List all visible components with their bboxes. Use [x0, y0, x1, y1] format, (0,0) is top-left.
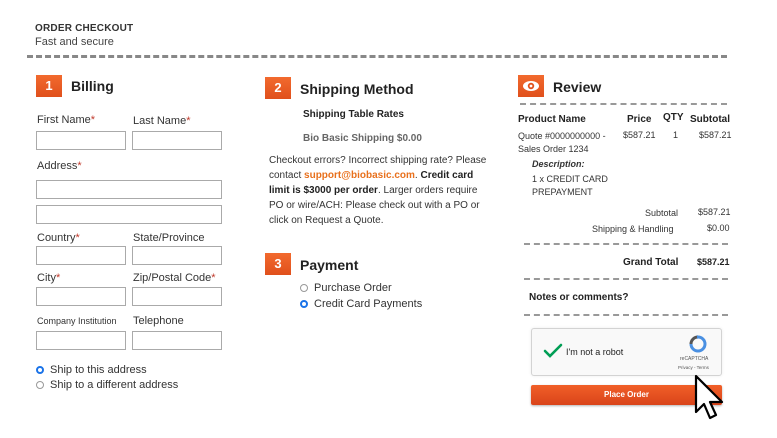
phone-field[interactable] [132, 331, 222, 350]
ship-to-different-address-option[interactable]: Ship to a different address [36, 379, 178, 391]
city-label: City* [37, 272, 61, 284]
radio-selected-icon [300, 300, 308, 308]
recaptcha-widget[interactable]: I'm not a robot reCAPTCHA Privacy - Term… [531, 328, 722, 376]
support-email-link[interactable]: support@biobasic.com [304, 170, 415, 181]
item-name: Quote #0000000000 - Sales Order 1234 [518, 131, 606, 154]
description-label: Description: [532, 159, 585, 169]
header-divider [27, 55, 727, 58]
city-field[interactable] [36, 287, 126, 306]
address-label: Address* [37, 160, 82, 172]
item-price: $587.21 [623, 130, 656, 140]
billing-title: Billing [71, 78, 114, 94]
subtotal-label: Subtotal [645, 208, 679, 218]
description-text: 1 x CREDIT CARD PREPAYMENT [532, 174, 608, 197]
comments-label: Notes or comments? [529, 292, 629, 303]
shipping-rates-heading: Shipping Table Rates [303, 109, 404, 120]
phone-label: Telephone [133, 315, 184, 327]
subtotal-value: $587.21 [698, 207, 731, 217]
credit-card-option[interactable]: Credit Card Payments [300, 298, 422, 310]
review-title: Review [553, 79, 602, 95]
page-subtitle: Fast and secure [35, 36, 114, 48]
item-subtotal: $587.21 [699, 130, 732, 140]
last-name-field[interactable] [132, 131, 222, 150]
page-title: ORDER CHECKOUT [35, 23, 134, 34]
radio-unselected-icon [36, 381, 44, 389]
last-name-label: Last Name* [133, 115, 191, 127]
shipping-handling-value: $0.00 [707, 223, 730, 233]
first-name-label: First Name* [37, 114, 96, 126]
shipping-note: Checkout errors? Incorrect shipping rate… [269, 155, 487, 226]
grand-total-value: $587.21 [697, 257, 730, 267]
comments-divider [524, 314, 728, 316]
company-label: Company Institution [37, 316, 117, 326]
billing-step-badge: 1 [36, 75, 62, 97]
state-label: State/Province [133, 232, 205, 244]
column-product-name: Product Name [518, 114, 586, 125]
address-line1-field[interactable] [36, 180, 222, 199]
payment-step-badge: 3 [265, 253, 291, 275]
grand-total-label: Grand Total [623, 257, 679, 268]
recaptcha-links[interactable]: Privacy - Terms [678, 365, 709, 370]
country-label: Country* [37, 232, 80, 244]
zip-field[interactable] [132, 287, 222, 306]
mouse-pointer-icon [694, 374, 724, 420]
radio-selected-icon [36, 366, 44, 374]
address-line2-field[interactable] [36, 205, 222, 224]
recaptcha-label: I'm not a robot [566, 347, 624, 357]
recaptcha-brand: reCAPTCHA [680, 356, 709, 362]
eye-icon [518, 75, 544, 97]
payment-title: Payment [300, 257, 359, 273]
shipping-method-option[interactable]: Bio Basic Shipping $0.00 [303, 133, 422, 144]
review-divider [520, 103, 727, 105]
recaptcha-logo-icon [689, 335, 707, 353]
country-field[interactable] [36, 246, 126, 265]
shipping-step-badge: 2 [265, 77, 291, 99]
ship-to-this-address-option[interactable]: Ship to this address [36, 364, 147, 376]
grand-total-divider [524, 278, 728, 280]
zip-label: Zip/Postal Code* [133, 272, 216, 284]
first-name-field[interactable] [36, 131, 126, 150]
radio-unselected-icon [300, 284, 308, 292]
shipping-handling-label: Shipping & Handling [592, 224, 674, 234]
checkmark-icon[interactable] [543, 343, 563, 359]
totals-divider [524, 243, 728, 245]
purchase-order-option[interactable]: Purchase Order [300, 282, 392, 294]
column-subtotal: Subtotal [690, 114, 730, 125]
item-qty: 1 [673, 130, 679, 140]
state-field[interactable] [132, 246, 222, 265]
column-qty: QTY [663, 112, 684, 123]
column-price: Price [627, 114, 652, 125]
shipping-title: Shipping Method [300, 81, 414, 97]
company-field[interactable] [36, 331, 126, 350]
